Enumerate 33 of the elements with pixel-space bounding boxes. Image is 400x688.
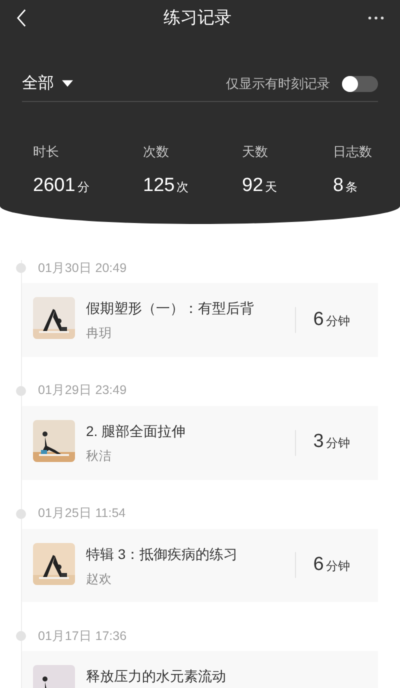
record-title: 假期塑形（一）：有型后背 bbox=[86, 299, 255, 318]
coach-name: 秋洁 bbox=[86, 448, 113, 465]
filter-dropdown[interactable]: 全部 bbox=[22, 72, 73, 96]
stat-value: 92 天 bbox=[242, 174, 278, 198]
stat-label: 次数 bbox=[143, 143, 170, 161]
back-icon[interactable] bbox=[16, 9, 27, 27]
record-duration: 6 分钟 bbox=[313, 553, 350, 578]
toggle-switch[interactable] bbox=[342, 76, 378, 92]
stat-label: 日志数 bbox=[333, 143, 373, 161]
toggle-label: 仅显示有时刻记录 bbox=[226, 74, 330, 93]
record-time: 01月29日 23:49 bbox=[38, 382, 127, 400]
record-time: 01月30日 20:49 bbox=[38, 260, 127, 277]
page-title: 练习记录 bbox=[164, 7, 232, 30]
record-title: 释放压力的水元素流动 bbox=[86, 667, 227, 686]
record-title: 2. 腿部全面拉伸 bbox=[86, 422, 187, 441]
record-time: 01月25日 11:54 bbox=[38, 505, 126, 522]
stat-value: 125 次 bbox=[143, 174, 190, 198]
record-card[interactable]: 特辑 3：抵御疾病的练习 赵欢 6 分钟 bbox=[22, 528, 378, 602]
record-title: 特辑 3：抵御疾病的练习 bbox=[86, 544, 239, 564]
record-duration: 3 分钟 bbox=[313, 430, 350, 454]
record-card[interactable]: 假期塑形（一）：有型后背 冉玥 6 分钟 bbox=[22, 283, 378, 357]
coach-name: 赵欢 bbox=[86, 570, 113, 588]
stat-label: 天数 bbox=[242, 143, 269, 161]
stat-label: 时长 bbox=[33, 143, 60, 161]
coach-name: 冉玥 bbox=[86, 325, 113, 342]
stat-value: 8 条 bbox=[333, 174, 359, 198]
more-icon[interactable] bbox=[368, 16, 384, 20]
stat-value: 2601 分 bbox=[33, 174, 90, 198]
record-duration: 6 分钟 bbox=[313, 308, 350, 332]
caret-icon bbox=[62, 80, 73, 87]
record-card[interactable]: 释放压力的水元素流动 bbox=[22, 651, 378, 688]
record-card[interactable]: 2. 腿部全面拉伸 秋洁 3 分钟 bbox=[22, 406, 378, 480]
record-time: 01月17日 17:36 bbox=[38, 628, 127, 645]
